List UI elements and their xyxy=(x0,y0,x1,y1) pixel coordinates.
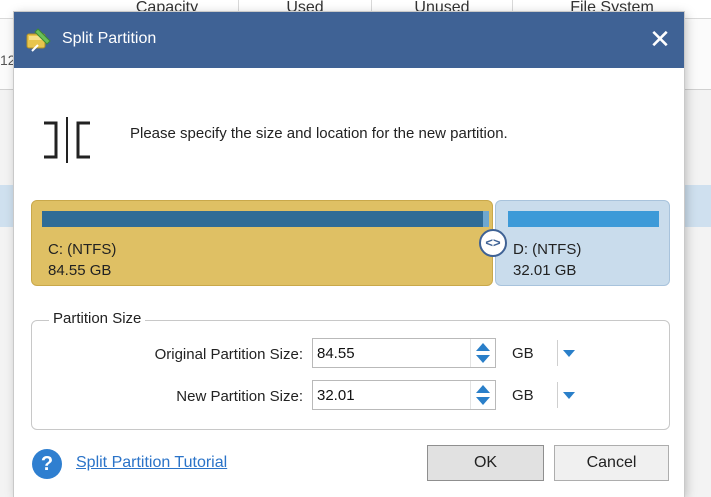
new-size-label: New Partition Size: xyxy=(176,388,303,405)
dialog-title: Split Partition xyxy=(62,30,157,47)
original-size-label: Original Partition Size: xyxy=(154,346,303,363)
tutorial-link[interactable]: Split Partition Tutorial xyxy=(76,454,227,472)
original-size-input[interactable] xyxy=(313,339,476,367)
new-size-unit[interactable]: GB xyxy=(512,387,534,404)
partition-c-block[interactable]: C: (NTFS) 84.55 GB xyxy=(31,200,493,286)
close-icon: ✕ xyxy=(649,24,671,54)
split-partition-icon xyxy=(26,28,51,52)
partition-d-name: D: (NTFS) xyxy=(513,241,582,258)
split-icon xyxy=(44,117,90,163)
partition-d-size: 32.01 GB xyxy=(513,262,577,279)
partition-size-group-label: Partition Size xyxy=(49,310,146,327)
dialog-titlebar[interactable]: Split Partition ✕ xyxy=(14,12,684,68)
partition-d-usage-bar xyxy=(508,211,659,227)
help-icon[interactable]: ? xyxy=(32,449,62,479)
unit-divider xyxy=(557,340,558,366)
partition-c-bar-end xyxy=(483,211,489,227)
partition-c-name: C: (NTFS) xyxy=(48,241,117,258)
split-partition-dialog: Split Partition ✕ Please specify the siz… xyxy=(14,12,684,497)
spin-down-icon[interactable] xyxy=(476,355,490,363)
partition-d-block[interactable]: D: (NTFS) 32.01 GB xyxy=(495,200,670,286)
partition-c-usage-bar xyxy=(42,211,489,227)
original-size-arrows xyxy=(470,339,495,367)
new-size-spinner[interactable] xyxy=(312,380,496,410)
original-size-spinner[interactable] xyxy=(312,338,496,368)
bg-row-text: 12 xyxy=(0,52,14,68)
cancel-button[interactable]: Cancel xyxy=(554,445,669,481)
new-size-input[interactable] xyxy=(313,381,476,409)
original-size-unit[interactable]: GB xyxy=(512,345,534,362)
new-size-arrows xyxy=(470,381,495,409)
ok-button[interactable]: OK xyxy=(427,445,544,481)
partition-size-group xyxy=(31,320,670,430)
spin-up-icon[interactable] xyxy=(476,343,490,351)
close-button[interactable]: ✕ xyxy=(644,24,676,56)
spin-up-icon[interactable] xyxy=(476,385,490,393)
unit-divider xyxy=(557,382,558,408)
dropdown-icon[interactable] xyxy=(563,350,575,357)
resize-handle-icon[interactable]: <> xyxy=(479,229,507,257)
dialog-description: Please specify the size and location for… xyxy=(130,125,508,142)
partition-c-size: 84.55 GB xyxy=(48,262,112,279)
spin-down-icon[interactable] xyxy=(476,397,490,405)
dropdown-icon[interactable] xyxy=(563,392,575,399)
